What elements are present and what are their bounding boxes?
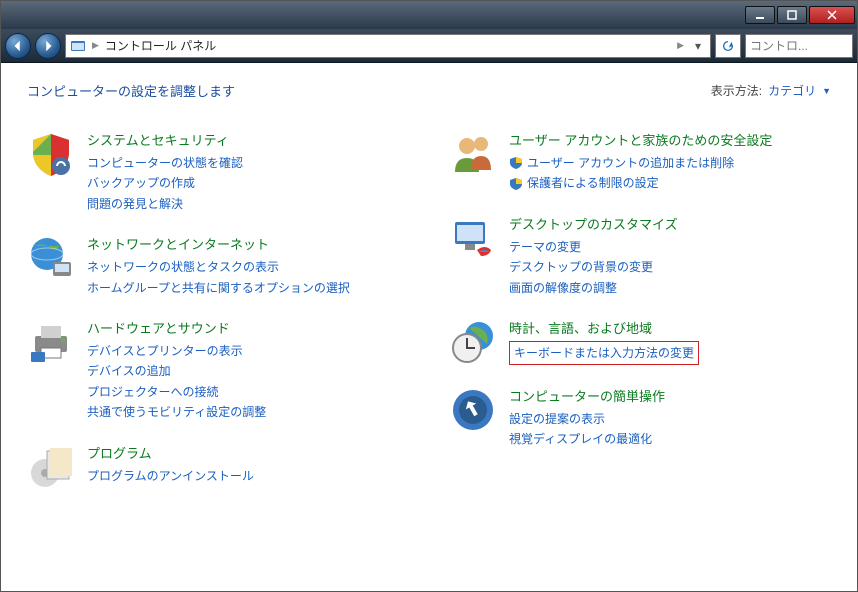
category-link[interactable]: ネットワークの状態とタスクの表示 [87, 257, 409, 277]
category-title[interactable]: ユーザー アカウントと家族のための安全設定 [509, 130, 831, 149]
programs-icon[interactable] [27, 443, 75, 491]
titlebar [1, 1, 857, 29]
link-label: 保護者による制限の設定 [527, 173, 659, 193]
link-label: バックアップの作成 [87, 173, 195, 193]
link-label: ホームグループと共有に関するオプションの選択 [87, 278, 350, 298]
category-right-3: コンピューターの簡単操作設定の提案の表示視覚ディスプレイの最適化 [449, 386, 831, 450]
search-input[interactable] [750, 39, 858, 53]
link-label: 視覚ディスプレイの最適化 [509, 429, 652, 449]
category-link[interactable]: 画面の解像度の調整 [509, 278, 831, 298]
category-link[interactable]: 共通で使うモビリティ設定の調整 [87, 402, 409, 422]
content-area: コンピューターの設定を調整します 表示方法: カテゴリ ▼ システムとセキュリテ… [1, 63, 857, 591]
uac-shield-icon [509, 177, 523, 191]
category-title[interactable]: ネットワークとインターネット [87, 234, 409, 253]
close-button[interactable] [809, 6, 855, 24]
category-left-0: システムとセキュリティコンピューターの状態を確認バックアップの作成問題の発見と解… [27, 130, 409, 214]
category-link[interactable]: デバイスの追加 [87, 361, 409, 381]
category-link[interactable]: テーマの変更 [509, 237, 831, 257]
shield-icon[interactable] [27, 130, 75, 178]
link-label: 問題の発見と解決 [87, 194, 183, 214]
view-by-value[interactable]: カテゴリ [768, 82, 816, 99]
left-column: システムとセキュリティコンピューターの状態を確認バックアップの作成問題の発見と解… [27, 130, 409, 511]
chevron-down-icon: ▼ [822, 86, 831, 96]
category-right-1: デスクトップのカスタマイズテーマの変更デスクトップの背景の変更画面の解像度の調整 [449, 214, 831, 298]
maximize-button[interactable] [777, 6, 807, 24]
view-by[interactable]: 表示方法: カテゴリ ▼ [711, 82, 831, 99]
address-dropdown[interactable]: ▾ [690, 39, 706, 53]
link-label: デバイスの追加 [87, 361, 171, 381]
category-title[interactable]: デスクトップのカスタマイズ [509, 214, 831, 233]
printer-icon[interactable] [27, 318, 75, 366]
right-column: ユーザー アカウントと家族のための安全設定ユーザー アカウントの追加または削除保… [449, 130, 831, 511]
category-link[interactable]: 視覚ディスプレイの最適化 [509, 429, 831, 449]
breadcrumb[interactable]: コントロール パネル [105, 37, 671, 54]
category-left-2: ハードウェアとサウンドデバイスとプリンターの表示デバイスの追加プロジェクターへの… [27, 318, 409, 423]
category-left-1: ネットワークとインターネットネットワークの状態とタスクの表示ホームグループと共有… [27, 234, 409, 298]
category-link[interactable]: バックアップの作成 [87, 173, 409, 193]
category-right-0: ユーザー アカウントと家族のための安全設定ユーザー アカウントの追加または削除保… [449, 130, 831, 194]
category-title[interactable]: 時計、言語、および地域 [509, 318, 831, 337]
category-link[interactable]: プログラムのアンインストール [87, 466, 409, 486]
category-title[interactable]: ハードウェアとサウンド [87, 318, 409, 337]
link-label: デスクトップの背景の変更 [509, 257, 653, 277]
navbar: ▶ コントロール パネル ▶ ▾ [1, 29, 857, 63]
globe-icon[interactable] [27, 234, 75, 282]
breadcrumb-sep: ▶ [677, 40, 684, 51]
forward-button[interactable] [35, 33, 61, 59]
category-right-2: 時計、言語、および地域キーボードまたは入力方法の変更 [449, 318, 831, 366]
link-label: ユーザー アカウントの追加または削除 [527, 153, 734, 173]
ease-icon[interactable] [449, 386, 497, 434]
link-label: キーボードまたは入力方法の変更 [514, 343, 694, 363]
link-label: デバイスとプリンターの表示 [87, 341, 243, 361]
category-link[interactable]: コンピューターの状態を確認 [87, 153, 409, 173]
link-label: 共通で使うモビリティ設定の調整 [87, 402, 266, 422]
link-label: プログラムのアンインストール [87, 466, 254, 486]
link-label: テーマの変更 [509, 237, 581, 257]
uac-shield-icon [509, 156, 523, 170]
link-label: 画面の解像度の調整 [509, 278, 617, 298]
minimize-button[interactable] [745, 6, 775, 24]
category-title[interactable]: プログラム [87, 443, 409, 462]
refresh-button[interactable] [715, 34, 741, 58]
control-panel-icon [70, 38, 86, 54]
category-link[interactable]: 問題の発見と解決 [87, 194, 409, 214]
category-left-3: プログラムプログラムのアンインストール [27, 443, 409, 491]
category-link[interactable]: 設定の提案の表示 [509, 409, 831, 429]
category-title[interactable]: システムとセキュリティ [87, 130, 409, 149]
appearance-icon[interactable] [449, 214, 497, 262]
category-link[interactable]: ホームグループと共有に関するオプションの選択 [87, 278, 409, 298]
link-label: ネットワークの状態とタスクの表示 [87, 257, 279, 277]
category-link[interactable]: 保護者による制限の設定 [509, 173, 831, 193]
link-label: コンピューターの状態を確認 [87, 153, 243, 173]
link-label: 設定の提案の表示 [509, 409, 605, 429]
link-label: プロジェクターへの接続 [87, 382, 219, 402]
page-title: コンピューターの設定を調整します [27, 81, 235, 100]
back-button[interactable] [5, 33, 31, 59]
view-by-label: 表示方法: [711, 82, 762, 99]
category-link[interactable]: ユーザー アカウントの追加または削除 [509, 153, 831, 173]
breadcrumb-sep: ▶ [92, 40, 99, 51]
address-bar[interactable]: ▶ コントロール パネル ▶ ▾ [65, 34, 711, 58]
clock-icon[interactable] [449, 318, 497, 366]
category-link[interactable]: デバイスとプリンターの表示 [87, 341, 409, 361]
search-box[interactable] [745, 34, 853, 58]
category-link[interactable]: キーボードまたは入力方法の変更 [509, 341, 699, 365]
category-title[interactable]: コンピューターの簡単操作 [509, 386, 831, 405]
category-link[interactable]: プロジェクターへの接続 [87, 382, 409, 402]
users-icon[interactable] [449, 130, 497, 178]
category-link[interactable]: デスクトップの背景の変更 [509, 257, 831, 277]
